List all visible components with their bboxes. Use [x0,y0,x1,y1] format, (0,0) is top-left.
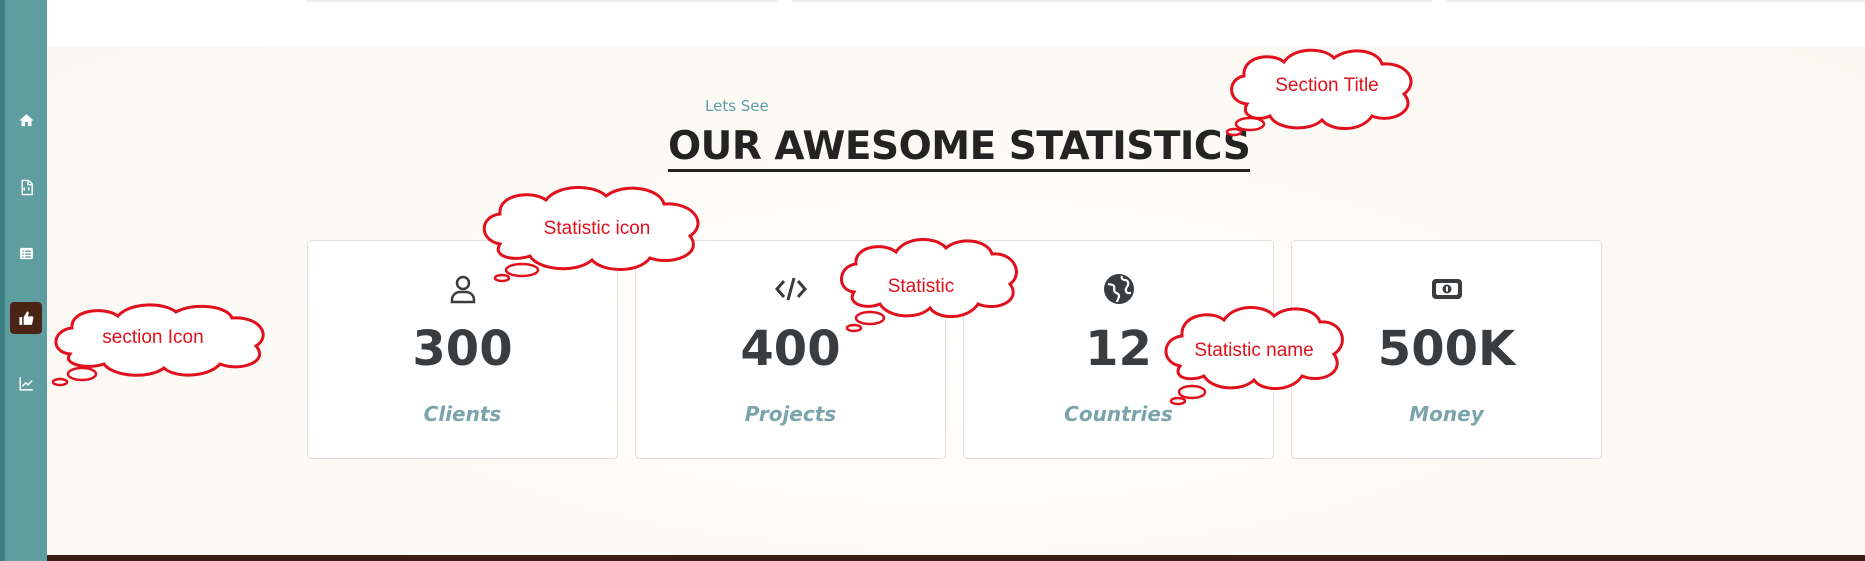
top-divider [792,0,1432,2]
annotation-statistic: Statistic [832,234,1022,334]
list-icon [19,247,33,259]
annotation-statistic-icon: Statistic icon [472,180,714,284]
sidebar-item-list[interactable] [10,237,42,269]
sidebar-item-home[interactable] [10,104,42,136]
money-bill-icon [1428,270,1466,308]
sidebar [5,0,47,561]
sidebar-item-resume[interactable] [10,171,42,203]
annotation-section-icon: section Icon [44,300,274,387]
section-title: OUR AWESOME STATISTICS [668,124,1251,172]
globe-icon [1100,270,1138,308]
top-divider [1447,0,1865,2]
thumbs-up-icon [18,310,33,325]
home-icon [18,113,34,126]
footer-edge [47,555,1865,561]
top-strip [47,0,1865,47]
sidebar-item-chart[interactable] [10,367,42,399]
annotation-section-title: Section Title [1222,44,1424,137]
annotation-label: Section Title [1275,75,1379,96]
annotation-label: section Icon [102,327,204,348]
top-divider [307,0,777,2]
annotation-label: Statistic icon [543,218,651,239]
section-eyebrow: Lets See [705,97,769,115]
annotation-label: Statistic name [1194,340,1314,361]
annotation-label: Statistic [887,276,955,297]
annotation-statistic-name: Statistic name [1158,300,1346,408]
line-chart-icon [18,376,33,391]
stat-label: Projects [744,402,837,426]
code-icon [772,270,810,308]
file-code-icon [21,179,33,195]
stat-value: 300 [412,321,513,377]
stat-label: Clients [423,402,502,426]
